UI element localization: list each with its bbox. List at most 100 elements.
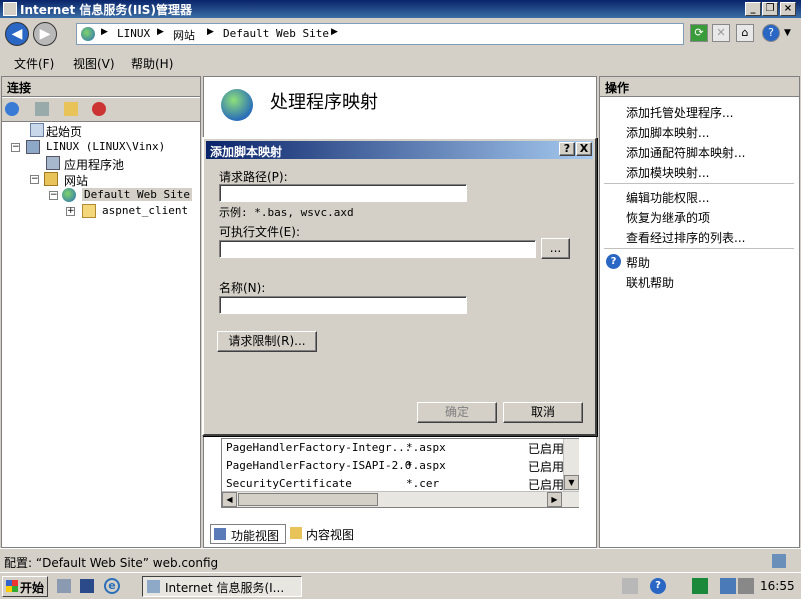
- window-title: Internet 信息服务(IIS)管理器: [20, 3, 192, 17]
- action-help[interactable]: 帮助: [626, 254, 650, 271]
- horizontal-scrollbar[interactable]: ◀ ▶: [222, 491, 579, 507]
- executable-label: 可执行文件(E):: [219, 225, 300, 239]
- divider: [604, 248, 794, 249]
- breadcrumb-server[interactable]: LINUX: [117, 27, 150, 40]
- connections-header: 连接: [2, 77, 200, 97]
- maximize-button[interactable]: ❐: [762, 2, 778, 16]
- divider: [604, 183, 794, 184]
- iis-app-icon: [3, 2, 17, 16]
- tree-start-page[interactable]: 起始页: [46, 123, 82, 140]
- scroll-thumb[interactable]: [238, 493, 378, 506]
- help-icon[interactable]: ?: [650, 578, 666, 594]
- save-icon[interactable]: [35, 102, 49, 116]
- menu-view[interactable]: 视图(V): [73, 55, 115, 72]
- app-pools-icon: [46, 156, 60, 170]
- collapse-sites-icon[interactable]: −: [30, 175, 39, 184]
- clock: 16:55: [760, 579, 795, 593]
- action-revert-to-inherited[interactable]: 恢复为继承的项: [626, 209, 710, 226]
- menu-file[interactable]: 文件(F): [14, 55, 54, 72]
- add-script-map-dialog: 添加脚本映射 ? X 请求路径(P): 示例: *.bas, wsvc.axd …: [202, 137, 597, 436]
- address-toolbar: ◀ ▶ ▶ LINUX ▶ 网站 ▶ Default Web Site ▶ ⟳ …: [0, 18, 801, 52]
- menu-help[interactable]: 帮助(H): [131, 55, 173, 72]
- content-view-icon: [290, 527, 302, 539]
- request-path-example: 示例: *.bas, wsvc.axd: [219, 206, 354, 219]
- server-manager-icon[interactable]: [57, 579, 71, 593]
- connect-icon[interactable]: [5, 102, 19, 116]
- refresh-icon[interactable]: ⟳: [690, 24, 708, 42]
- network-icon[interactable]: [720, 578, 736, 594]
- dialog-title-bar: 添加脚本映射: [206, 141, 593, 159]
- connections-toolbar: [2, 98, 200, 122]
- action-add-script-map[interactable]: 添加脚本映射...: [626, 124, 709, 141]
- browse-button[interactable]: ...: [541, 238, 570, 259]
- forward-button[interactable]: ▶: [33, 22, 57, 46]
- chevron-right-icon: ▶: [207, 27, 214, 37]
- executable-input[interactable]: [219, 240, 536, 258]
- request-path-label: 请求路径(P):: [219, 170, 288, 184]
- start-page-icon: [30, 123, 44, 137]
- disconnect-icon[interactable]: [92, 102, 106, 116]
- expand-aspnet-client-icon[interactable]: +: [66, 207, 75, 216]
- breadcrumb-sites[interactable]: 网站: [173, 27, 195, 43]
- help-icon[interactable]: ?: [762, 24, 780, 42]
- windows-logo-icon: [6, 580, 18, 592]
- tree-default-web-site[interactable]: Default Web Site: [82, 188, 192, 201]
- dialog-title: 添加脚本映射: [210, 145, 283, 159]
- scroll-right-icon[interactable]: ▶: [547, 492, 562, 507]
- table-row[interactable]: PageHandlerFactory-Integr... *.aspx 已启用: [222, 439, 580, 456]
- command-prompt-icon[interactable]: [80, 579, 94, 593]
- action-view-ordered-list[interactable]: 查看经过排序的列表...: [626, 229, 745, 246]
- page-title: 处理程序映射: [270, 92, 378, 113]
- title-bar: Internet 信息服务(IIS)管理器 _ ❐ ×: [0, 0, 801, 18]
- help-icon: ?: [606, 254, 621, 269]
- chevron-right-icon: ▶: [331, 27, 338, 37]
- table-row[interactable]: PageHandlerFactory-ISAPI-2.0 *.aspx 已启用: [222, 457, 580, 474]
- tree-server[interactable]: LINUX (LINUX\Vinx): [46, 140, 165, 153]
- volume-muted-icon[interactable]: [738, 578, 754, 594]
- vertical-scrollbar[interactable]: ▼: [563, 439, 579, 491]
- collapse-default-site-icon[interactable]: −: [49, 191, 58, 200]
- request-restrictions-button[interactable]: 请求限制(R)...: [217, 331, 317, 352]
- status-text: 配置: “Default Web Site” web.config: [4, 556, 219, 570]
- breadcrumb-default-web-site[interactable]: Default Web Site: [223, 27, 329, 40]
- home-icon[interactable]: ⌂: [736, 24, 754, 42]
- ok-button[interactable]: 确定: [417, 402, 497, 423]
- tree-aspnet-client[interactable]: aspnet_client: [102, 204, 188, 217]
- action-online-help[interactable]: 联机帮助: [626, 274, 674, 291]
- mappings-list: PageHandlerFactory-Integr... *.aspx 已启用 …: [221, 438, 579, 508]
- close-window-button[interactable]: ×: [780, 2, 796, 16]
- action-edit-feature-permissions[interactable]: 编辑功能权限...: [626, 189, 709, 206]
- request-path-input[interactable]: [219, 184, 467, 202]
- start-button[interactable]: 开始: [2, 576, 48, 597]
- action-add-wildcard-script-map[interactable]: 添加通配符脚本映射...: [626, 144, 745, 161]
- address-bar[interactable]: ▶ LINUX ▶ 网站 ▶ Default Web Site ▶: [76, 23, 684, 45]
- scroll-left-icon[interactable]: ◀: [222, 492, 237, 507]
- back-button[interactable]: ◀: [5, 22, 29, 46]
- tab-content-view[interactable]: 内容视图: [288, 524, 364, 544]
- minimize-button[interactable]: _: [745, 2, 761, 16]
- taskbar-item-iis[interactable]: Internet 信息服务(I...: [142, 576, 302, 597]
- dialog-close-button[interactable]: X: [576, 142, 592, 156]
- internet-explorer-icon[interactable]: e: [104, 578, 120, 594]
- tray-status-icon[interactable]: [692, 578, 708, 594]
- action-add-module-mapping[interactable]: 添加模块映射...: [626, 164, 709, 181]
- collapse-server-icon[interactable]: −: [11, 143, 20, 152]
- name-input[interactable]: [219, 296, 467, 314]
- scroll-down-icon[interactable]: ▼: [564, 475, 579, 490]
- action-add-managed-handler[interactable]: 添加托管处理程序...: [626, 104, 733, 121]
- up-folder-icon[interactable]: [64, 102, 78, 116]
- website-globe-icon: [62, 188, 76, 202]
- stop-icon[interactable]: ✕: [712, 24, 730, 42]
- menu-bar: 文件(F) 视图(V) 帮助(H): [0, 52, 801, 74]
- cancel-button[interactable]: 取消: [503, 402, 583, 423]
- chevron-right-icon: ▶: [157, 27, 164, 37]
- tree-sites[interactable]: 网站: [64, 172, 88, 189]
- dialog-help-button[interactable]: ?: [559, 142, 575, 156]
- chevron-down-icon[interactable]: ▼: [784, 28, 791, 38]
- table-row[interactable]: SecurityCertificate *.cer 已启用: [222, 475, 580, 492]
- tab-features-view[interactable]: 功能视图: [210, 524, 286, 544]
- folder-icon: [82, 204, 96, 218]
- keyboard-icon[interactable]: [622, 578, 638, 594]
- tree-app-pools[interactable]: 应用程序池: [64, 156, 124, 173]
- connections-panel: 连接 起始页 − LINUX (LINUX\Vinx) 应用程序池 − 网站 −…: [1, 76, 201, 548]
